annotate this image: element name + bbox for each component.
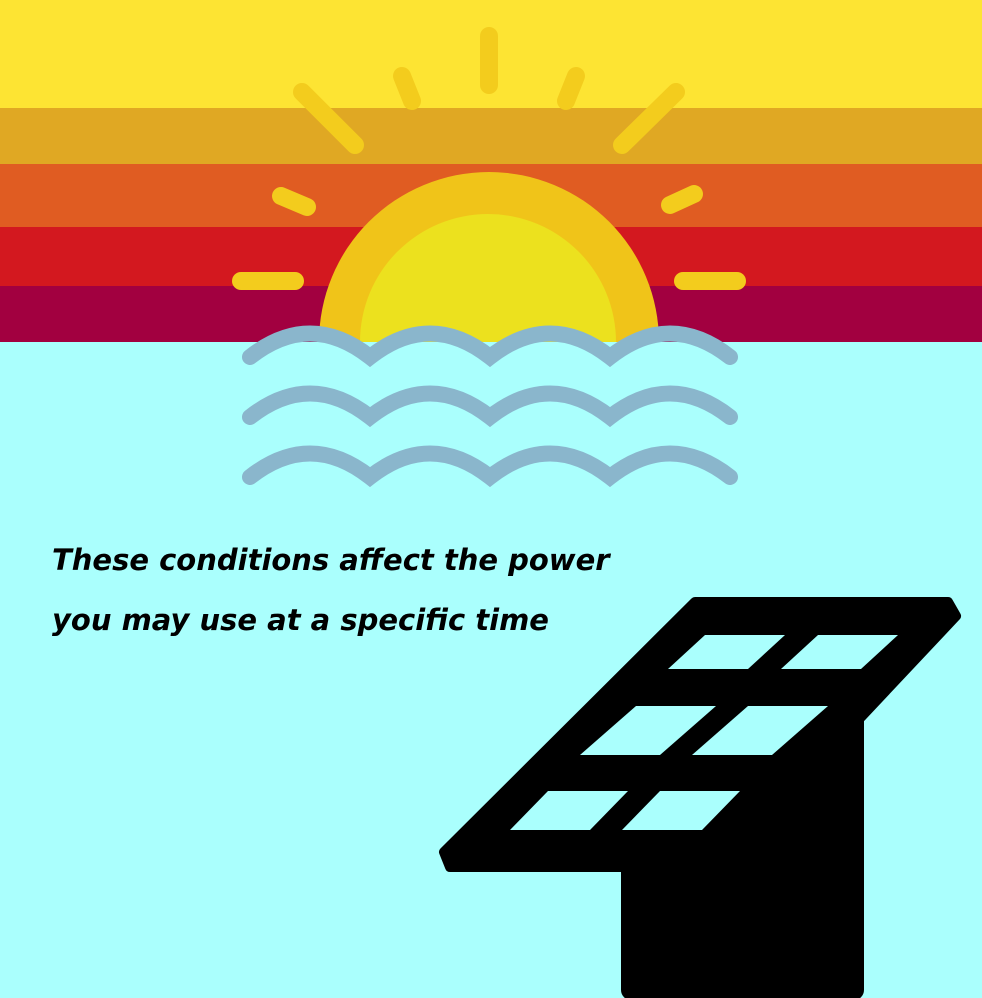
- illustration: [232, 27, 961, 998]
- sunset-icon: [232, 27, 746, 342]
- sun-ray: [613, 83, 685, 154]
- sun-ray: [557, 67, 585, 110]
- poster-canvas: These conditions affect the power you ma…: [0, 0, 982, 998]
- sun-ray: [393, 67, 421, 110]
- waves-icon: [242, 325, 738, 488]
- solar-panel-icon: [439, 597, 961, 998]
- sun-ray: [293, 83, 364, 154]
- caption-text: These conditions affect the power you ma…: [52, 530, 692, 650]
- wave-line: [242, 385, 738, 428]
- caption-line-2: you may use at a specific time: [52, 603, 549, 637]
- caption-line-1: These conditions affect the power: [52, 543, 610, 577]
- sun-ray: [661, 185, 703, 214]
- sun-ray: [272, 187, 316, 216]
- wave-line: [242, 445, 738, 488]
